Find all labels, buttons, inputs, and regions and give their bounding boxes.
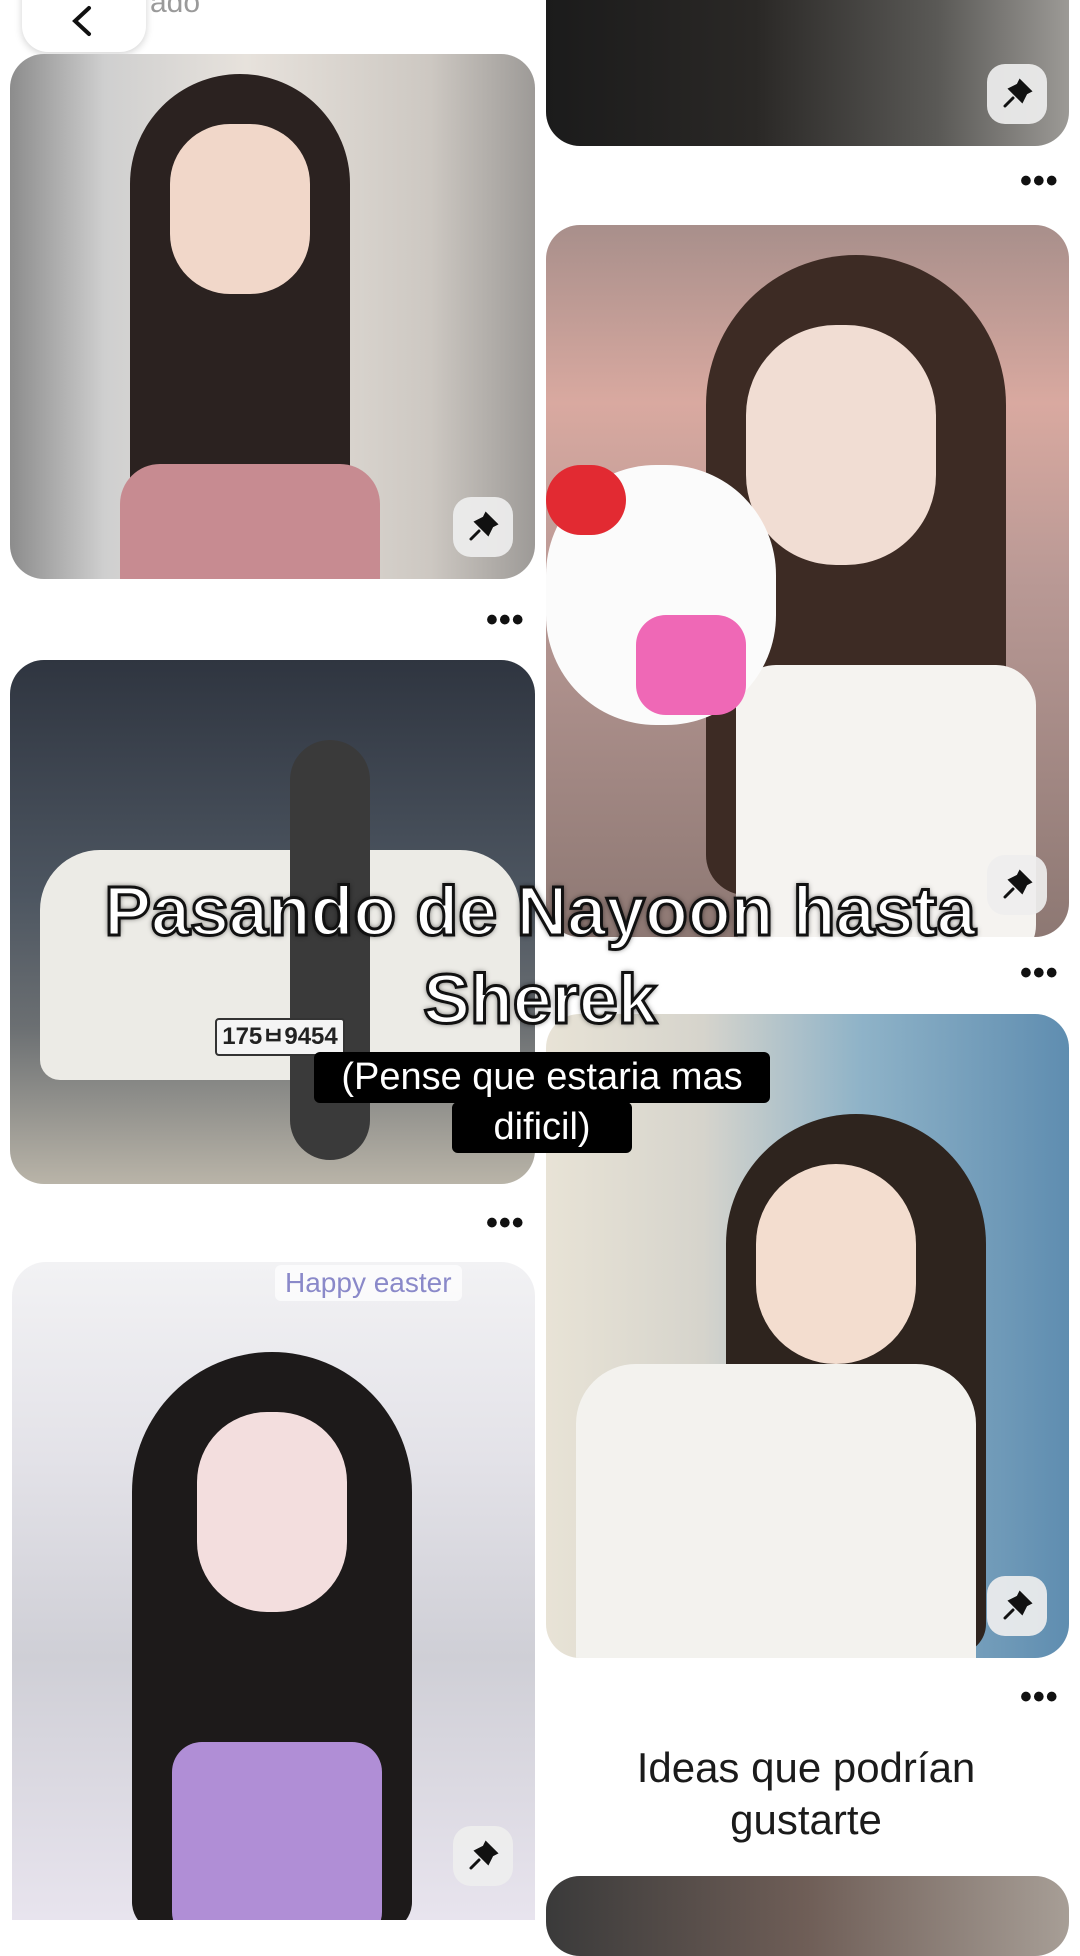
more-options-button[interactable]: ••• — [1020, 1680, 1059, 1714]
more-options-button[interactable]: ••• — [486, 603, 525, 637]
ideas-heading-line2: gustarte — [730, 1796, 882, 1843]
save-pin-button[interactable] — [453, 497, 513, 557]
pushpin-icon — [1003, 78, 1033, 108]
save-pin-button[interactable] — [453, 1826, 513, 1886]
pin-card[interactable] — [10, 54, 535, 579]
pushpin-icon — [469, 1840, 499, 1870]
pushpin-icon — [1003, 1590, 1033, 1620]
overlay-title-line2: Sherek — [422, 959, 658, 1040]
overlay-caption-line2: dificil) — [452, 1102, 632, 1153]
ideas-heading-line1: Ideas que podrían — [636, 1744, 976, 1791]
chevron-left-icon — [72, 6, 91, 36]
image-caption-text: Happy easter — [275, 1265, 462, 1301]
pin-card[interactable] — [12, 1262, 535, 1920]
board-title: ado — [150, 0, 201, 19]
overlay-title-line1: Pasando de Nayoon hasta — [103, 871, 977, 952]
pushpin-icon — [469, 511, 499, 541]
pin-card[interactable] — [546, 0, 1069, 146]
more-options-button[interactable]: ••• — [1020, 164, 1059, 198]
save-pin-button[interactable] — [987, 1576, 1047, 1636]
pin-card[interactable] — [546, 1876, 1069, 1956]
pin-image — [546, 1876, 1069, 1956]
more-options-button[interactable]: ••• — [486, 1206, 525, 1240]
save-pin-button[interactable] — [987, 64, 1047, 124]
overlay-caption-line1: (Pense que estaria mas — [314, 1052, 770, 1103]
pin-card[interactable] — [546, 225, 1069, 937]
ideas-heading: Ideas que podrían gustarte — [548, 1742, 1064, 1846]
back-button[interactable] — [22, 0, 146, 52]
